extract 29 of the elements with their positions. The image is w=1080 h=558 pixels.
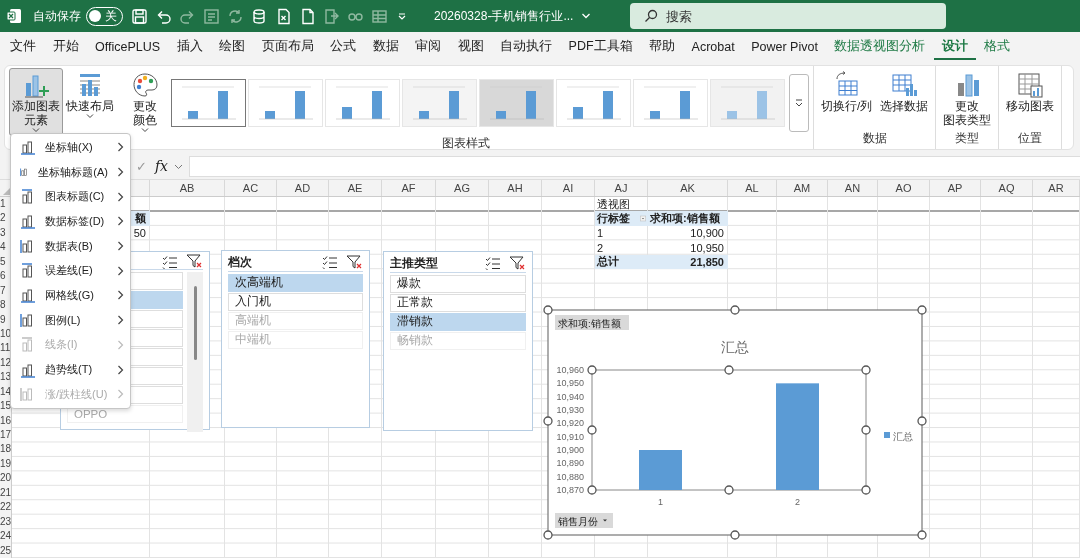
axis-label: 10,910 bbox=[556, 431, 584, 442]
table-cell-text: 10,900 bbox=[689, 226, 725, 241]
table-cell-text: 1 bbox=[596, 226, 605, 241]
group-label: 数据 bbox=[862, 131, 887, 146]
axis-label: 10,880 bbox=[556, 471, 584, 482]
axis-label: 2 bbox=[795, 497, 800, 507]
pivot-title: 透视图 bbox=[596, 197, 631, 212]
slicer-title: 主推类型 bbox=[390, 255, 438, 271]
table-cell-text: 50 bbox=[132, 226, 147, 241]
axis-label: 10,960 bbox=[556, 365, 584, 375]
group-label: 位置 bbox=[1018, 131, 1043, 146]
axis-label: 1 bbox=[658, 497, 663, 507]
chart-title: 汇总 bbox=[721, 339, 749, 355]
table-header-cell: 求和项:销售额 bbox=[648, 211, 728, 226]
autosave-label: 自动保存 bbox=[33, 7, 81, 25]
group-label: 类型 bbox=[955, 131, 980, 146]
slicer-title: 档次 bbox=[228, 254, 252, 270]
axis-label: 10,900 bbox=[556, 445, 584, 455]
axis-label: 10,920 bbox=[556, 418, 584, 429]
axis-label: 10,870 bbox=[556, 485, 584, 495]
axis-label: 10,950 bbox=[556, 378, 584, 389]
group-label: 图表样式 bbox=[442, 136, 490, 151]
legend-label: 汇总 bbox=[893, 431, 913, 442]
table-cell-text: 2 bbox=[596, 240, 605, 255]
axis-label: 10,940 bbox=[556, 391, 584, 402]
axis-label: 10,930 bbox=[556, 405, 584, 415]
axis-label: 10,890 bbox=[556, 458, 584, 469]
table-cell-text: 10,950 bbox=[689, 240, 725, 255]
header-label: 行标签 bbox=[597, 211, 630, 226]
